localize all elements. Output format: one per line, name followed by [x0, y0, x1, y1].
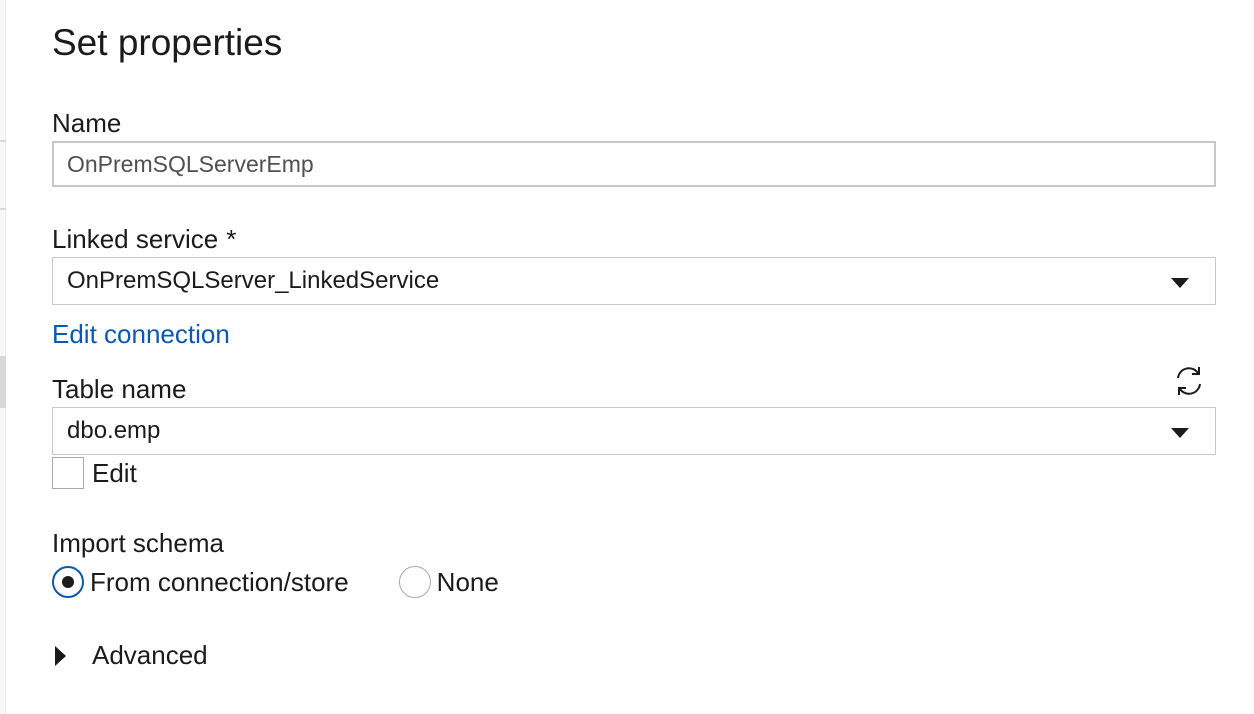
- name-input[interactable]: [52, 141, 1216, 187]
- name-label: Name: [52, 108, 122, 138]
- linked-service-value: OnPremSQLServer_LinkedService: [67, 267, 440, 294]
- table-name-dropdown[interactable]: dbo.emp: [52, 407, 1216, 455]
- import-schema-radio-group: From connection/store None: [52, 566, 499, 598]
- edit-checkbox[interactable]: [52, 457, 84, 489]
- properties-panel: Set properties Name Linked service* OnPr…: [52, 0, 1216, 714]
- radio-button-unselected[interactable]: [398, 566, 431, 598]
- radio-dot: [62, 576, 74, 588]
- advanced-expander[interactable]: Advanced: [52, 640, 208, 671]
- radio-option-from-connection[interactable]: From connection/store: [52, 566, 349, 598]
- required-marker: *: [226, 224, 237, 254]
- chevron-down-icon: [1171, 428, 1189, 438]
- edit-checkbox-label[interactable]: Edit: [92, 458, 137, 489]
- radio-label-from-connection[interactable]: From connection/store: [90, 567, 349, 598]
- radio-label-none[interactable]: None: [437, 567, 499, 598]
- background-pane-edge: [0, 0, 6, 714]
- table-name-label: Table name: [52, 374, 187, 404]
- table-name-value: dbo.emp: [67, 417, 161, 444]
- pane-scroll-marker: [0, 356, 6, 408]
- pane-divider: [0, 140, 6, 142]
- chevron-down-icon: [1171, 278, 1189, 288]
- linked-service-dropdown[interactable]: OnPremSQLServer_LinkedService: [52, 257, 1216, 305]
- panel-title: Set properties: [52, 22, 283, 63]
- pane-divider: [0, 208, 6, 210]
- radio-button-selected[interactable]: [52, 566, 84, 598]
- edit-checkbox-row[interactable]: Edit: [52, 457, 137, 489]
- radio-option-none[interactable]: None: [398, 566, 499, 598]
- refresh-icon[interactable]: [1172, 364, 1206, 398]
- chevron-right-icon: [55, 645, 66, 666]
- edit-connection-link[interactable]: Edit connection: [52, 319, 230, 350]
- set-properties-page: Set properties Name Linked service* OnPr…: [0, 0, 1254, 714]
- linked-service-label-text: Linked service: [52, 224, 219, 254]
- import-schema-label: Import schema: [52, 528, 224, 558]
- linked-service-label: Linked service *: [52, 224, 236, 255]
- advanced-label[interactable]: Advanced: [92, 640, 208, 671]
